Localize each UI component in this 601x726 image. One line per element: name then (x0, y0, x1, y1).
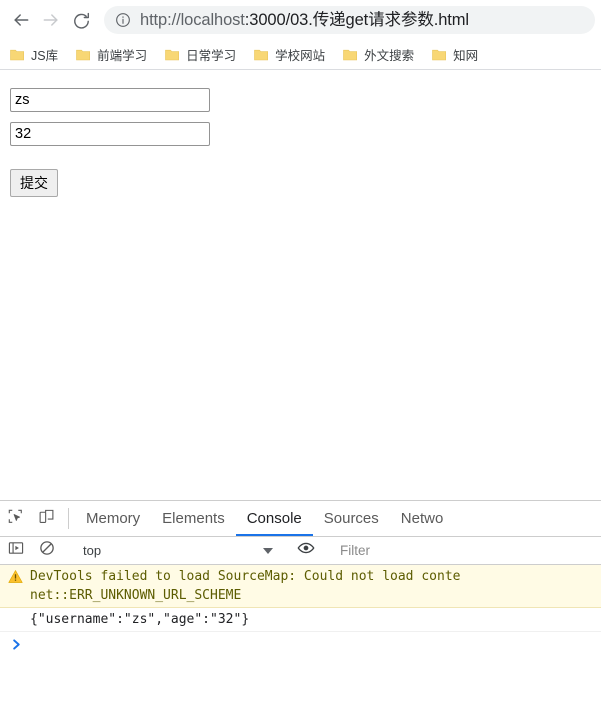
toolbar-divider (68, 508, 69, 529)
bookmark-school-site[interactable]: 学校网站 (254, 45, 325, 64)
console-prompt-row[interactable] (0, 632, 601, 662)
execution-context-select[interactable]: top (75, 541, 277, 561)
bookmark-js-library[interactable]: JS库 (10, 45, 58, 64)
warning-triangle-icon (8, 569, 24, 585)
device-toolbar-button[interactable] (31, 501, 62, 536)
console-warning-message[interactable]: DevTools failed to load SourceMap: Could… (0, 565, 601, 608)
url-scheme: http://localhost (140, 11, 245, 29)
folder-icon (254, 48, 269, 61)
bookmark-frontend-study[interactable]: 前端学习 (76, 45, 147, 64)
tab-console[interactable]: Console (235, 501, 313, 536)
console-log-text: {"username":"zs","age":"32"} (30, 612, 250, 627)
info-circle-icon[interactable] (114, 11, 132, 29)
bookmark-label: 外文搜索 (364, 49, 415, 63)
bookmark-label: 日常学习 (186, 49, 237, 63)
console-sidebar-button[interactable] (0, 540, 31, 561)
address-bar[interactable]: http://localhost:3000/03.传递get请求参数.html (104, 6, 595, 34)
bookmark-label: 知网 (453, 49, 479, 63)
warning-line-2: net::ERR_UNKNOWN_URL_SCHEME (30, 588, 242, 603)
console-toolbar: top (0, 537, 601, 565)
inspect-element-icon (7, 508, 24, 530)
bookmark-label: 学校网站 (275, 49, 326, 63)
execution-context-value: top (83, 543, 102, 558)
inspect-element-button[interactable] (0, 501, 31, 536)
tab-network[interactable]: Netwo (390, 501, 455, 536)
browser-toolbar: http://localhost:3000/03.传递get请求参数.html (0, 0, 601, 40)
tab-elements[interactable]: Elements (151, 501, 236, 536)
reload-button[interactable] (66, 5, 96, 35)
tab-sources[interactable]: Sources (313, 501, 390, 536)
bookmark-label: 前端学习 (97, 49, 148, 63)
bookmarks-bar: JS库 前端学习 日常学习 学校网站 外文搜索 知网 (0, 40, 601, 70)
eye-icon (297, 539, 315, 562)
age-input[interactable] (10, 122, 210, 146)
warning-line-1: DevTools failed to load SourceMap: Could… (30, 569, 461, 584)
url-text: http://localhost:3000/03.传递get请求参数.html (140, 10, 469, 30)
forward-button[interactable] (36, 5, 66, 35)
console-warning-text: DevTools failed to load SourceMap: Could… (30, 567, 460, 605)
devtools-panel: Memory Elements Console Sources Netwo to… (0, 500, 601, 704)
chevron-down-icon (263, 547, 273, 554)
browser-chrome: http://localhost:3000/03.传递get请求参数.html … (0, 0, 601, 70)
back-button[interactable] (6, 5, 36, 35)
device-toolbar-icon (38, 508, 55, 530)
console-log-message[interactable]: {"username":"zs","age":"32"} (0, 608, 601, 632)
clear-console-icon (39, 540, 55, 561)
bookmark-label: JS库 (31, 49, 59, 63)
username-input[interactable] (10, 88, 210, 112)
submit-button[interactable]: 提交 (10, 169, 58, 197)
devtools-tabbar: Memory Elements Console Sources Netwo (0, 501, 601, 537)
bookmark-foreign-search[interactable]: 外文搜索 (343, 45, 414, 64)
console-sidebar-icon (8, 540, 24, 561)
bookmark-cnki[interactable]: 知网 (432, 45, 478, 64)
folder-icon (165, 48, 180, 61)
live-expression-button[interactable] (290, 539, 321, 562)
folder-icon (432, 48, 447, 61)
filter-input[interactable] (334, 540, 601, 561)
folder-icon (343, 48, 358, 61)
folder-icon (10, 48, 24, 61)
arrow-left-icon (11, 10, 31, 30)
tab-memory[interactable]: Memory (75, 501, 151, 536)
reload-icon (72, 11, 91, 30)
prompt-chevron-icon (10, 638, 23, 651)
folder-icon (76, 48, 91, 61)
bookmark-daily-study[interactable]: 日常学习 (165, 45, 236, 64)
arrow-right-icon (41, 10, 61, 30)
page-viewport: 提交 (0, 70, 601, 500)
console-message-list: DevTools failed to load SourceMap: Could… (0, 565, 601, 704)
url-rest: :3000/03.传递get请求参数.html (244, 11, 470, 29)
clear-console-button[interactable] (31, 540, 62, 561)
